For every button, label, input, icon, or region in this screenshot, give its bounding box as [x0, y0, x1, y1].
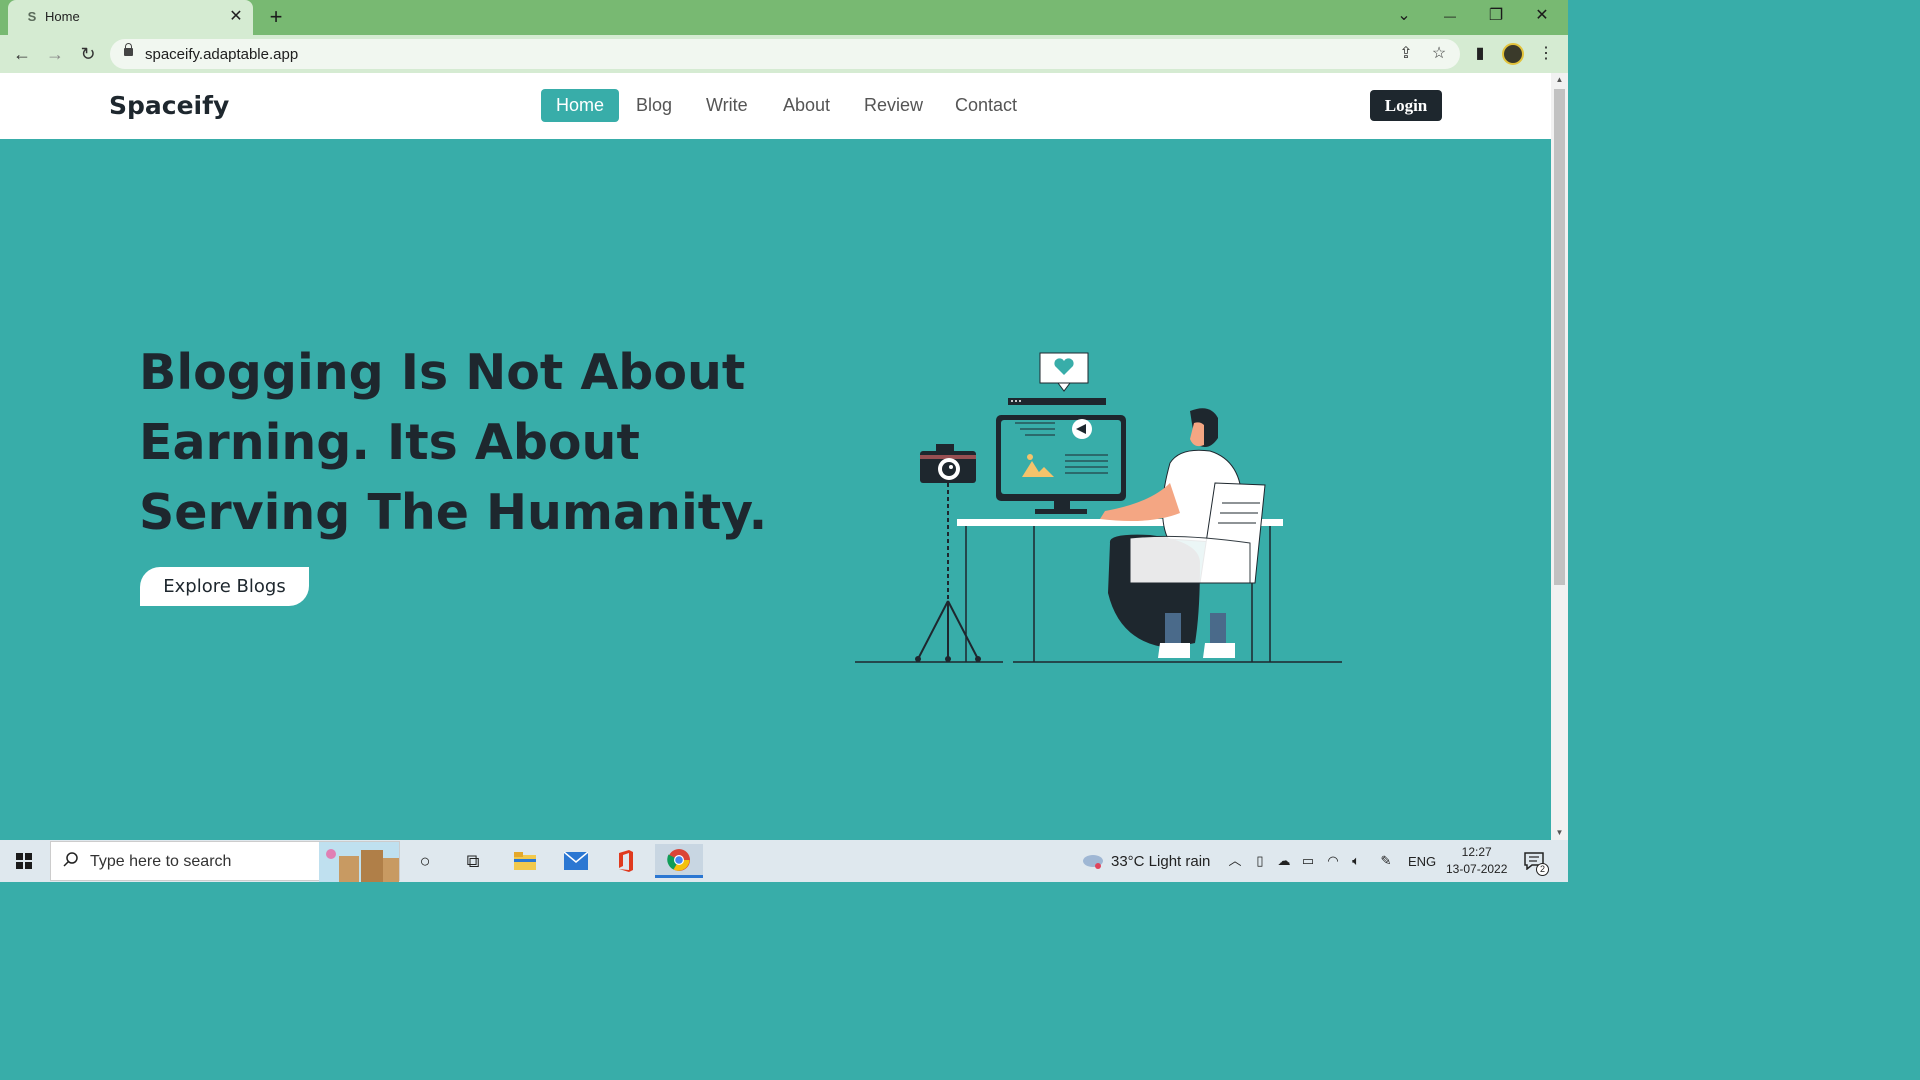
url-text[interactable]: spaceify.adaptable.app: [145, 46, 298, 63]
restore-button[interactable]: ❐: [1473, 0, 1519, 32]
page-scrollbar[interactable]: ▲ ▼: [1551, 73, 1568, 840]
wifi-icon[interactable]: ◠: [1324, 852, 1342, 870]
file-explorer-icon[interactable]: [505, 844, 545, 878]
browser-toolbar: ← → ↻ spaceify.adaptable.app ⇪ ☆ ▮ ⋮: [0, 35, 1568, 73]
minimize-button[interactable]: —: [1427, 0, 1473, 32]
login-button[interactable]: Login: [1370, 90, 1442, 121]
share-icon[interactable]: ⇪: [1396, 44, 1416, 64]
hero-title: Blogging Is Not About Earning. Its About…: [139, 344, 768, 541]
scrollbar-thumb[interactable]: [1554, 89, 1565, 585]
windows-taskbar: Type here to search ○ ⧉ 33°C Light rain …: [0, 840, 1568, 882]
show-hidden-icons-chevron-icon[interactable]: ︿: [1226, 852, 1244, 870]
windows-start-icon[interactable]: [0, 840, 48, 882]
search-icon: [63, 852, 78, 867]
side-panel-icon[interactable]: ▮: [1467, 41, 1493, 67]
menu-item-contact[interactable]: Contact: [955, 89, 1017, 122]
task-view-icon[interactable]: ⧉: [453, 844, 493, 878]
bookmark-star-icon[interactable]: ☆: [1429, 44, 1449, 64]
new-tab-button[interactable]: +: [264, 5, 288, 29]
browser-menu-icon[interactable]: ⋮: [1533, 41, 1559, 67]
browser-tab-home[interactable]: S Home ✕: [8, 0, 253, 35]
forward-button[interactable]: →: [42, 41, 68, 67]
address-bar[interactable]: spaceify.adaptable.app ⇪ ☆: [110, 39, 1460, 69]
scroll-up-icon[interactable]: ▲: [1551, 73, 1568, 87]
search-highlight-image: [319, 842, 399, 882]
tab-search-chevron-icon[interactable]: ⌄: [1381, 0, 1427, 32]
spaceify-favicon-icon: S: [27, 9, 37, 24]
heart-bubble-icon: [1039, 352, 1089, 392]
menu-item-about[interactable]: About: [783, 89, 830, 122]
tab-close-icon[interactable]: ✕: [227, 8, 245, 26]
search-placeholder: Type here to search: [90, 853, 232, 870]
weather-text[interactable]: 33°C Light rain: [1111, 853, 1210, 870]
scroll-down-icon[interactable]: ▼: [1551, 826, 1568, 840]
explore-blogs-button[interactable]: Explore Blogs: [140, 567, 309, 606]
mail-icon[interactable]: [556, 844, 596, 878]
browser-tab-bar: S Home ✕ + ⌄ — ❐ ✕: [0, 0, 1568, 35]
menu-item-write[interactable]: Write: [706, 89, 748, 122]
onedrive-cloud-icon[interactable]: ☁: [1275, 852, 1293, 870]
profile-avatar[interactable]: [1502, 43, 1524, 65]
cortana-icon[interactable]: ○: [405, 844, 445, 878]
web-page: Spaceify Home Blog Write About Review Co…: [0, 73, 1551, 840]
office-icon[interactable]: [606, 844, 646, 878]
battery-icon[interactable]: ▭: [1299, 852, 1317, 870]
taskbar-search-input[interactable]: Type here to search: [50, 841, 400, 882]
camera-icon: [920, 444, 976, 483]
device-icon[interactable]: ▯: [1251, 852, 1269, 870]
pen-icon[interactable]: ✎: [1377, 852, 1395, 870]
language-indicator[interactable]: ENG: [1408, 854, 1436, 869]
menu-item-review[interactable]: Review: [864, 89, 923, 122]
blogger-illustration: [855, 352, 1342, 663]
clock-date: 13-07-2022: [1446, 862, 1508, 876]
clock-time: 12:27: [1461, 845, 1492, 859]
weather-rain-icon[interactable]: [1080, 852, 1106, 870]
taskbar-clock[interactable]: 12:27 13-07-2022: [1446, 844, 1507, 878]
notification-count-badge: 2: [1536, 863, 1549, 876]
lock-icon[interactable]: [124, 43, 133, 56]
site-navbar: Spaceify Home Blog Write About Review Co…: [0, 73, 1551, 139]
reload-button[interactable]: ↻: [75, 41, 101, 67]
back-button[interactable]: ←: [9, 41, 35, 67]
menu-item-blog[interactable]: Blog: [636, 89, 672, 122]
tab-title: Home: [45, 9, 80, 24]
volume-icon[interactable]: 🔈︎: [1347, 852, 1365, 870]
chrome-icon[interactable]: [655, 844, 703, 878]
close-window-button[interactable]: ✕: [1519, 0, 1565, 32]
menu-item-home[interactable]: Home: [541, 89, 620, 122]
site-brand[interactable]: Spaceify: [109, 91, 229, 120]
monitor-icon: [996, 415, 1126, 514]
